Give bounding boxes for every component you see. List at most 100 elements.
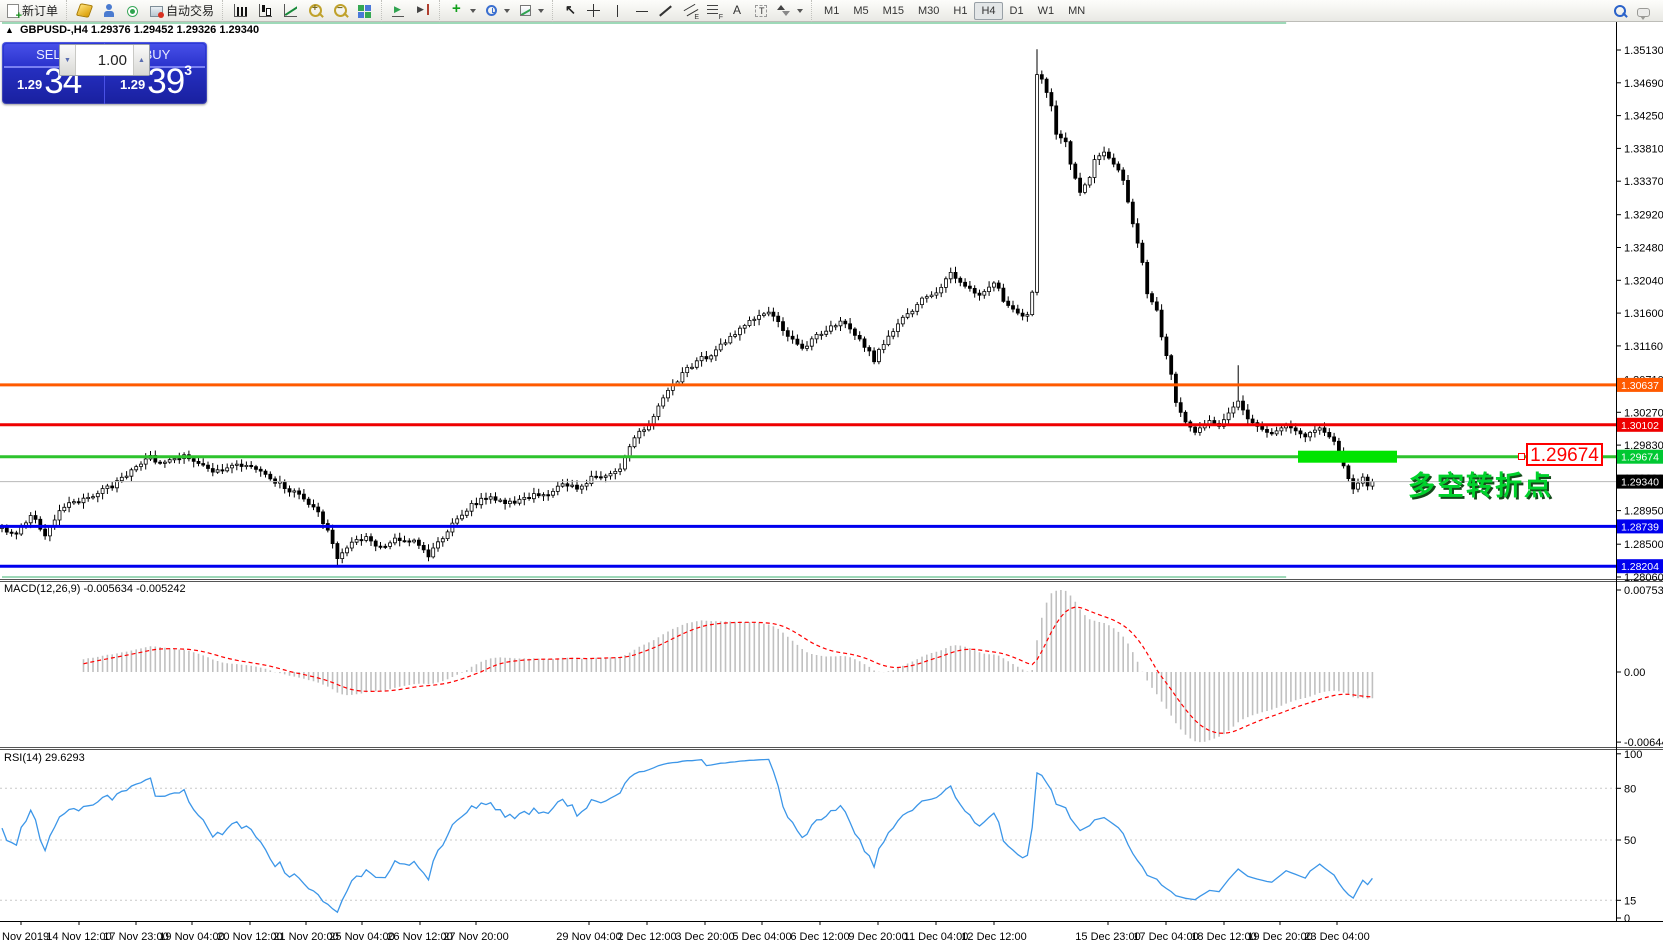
neworder-icon [7, 4, 19, 18]
svg-text:3 Dec 20:00: 3 Dec 20:00 [675, 931, 734, 943]
template-icon [520, 5, 531, 16]
timeframe-h4-button[interactable]: H4 [974, 2, 1002, 20]
fibonacci-button[interactable] [702, 1, 726, 21]
support-zone-rectangle[interactable] [1298, 451, 1397, 463]
indicators-button[interactable] [445, 1, 480, 21]
rsi-line [2, 759, 1372, 912]
periods-button[interactable] [480, 1, 514, 21]
person-icon [101, 3, 117, 19]
tline-icon [658, 3, 674, 19]
text-button[interactable] [726, 1, 750, 21]
vline-icon [610, 3, 626, 19]
timeframe-m5-button[interactable]: M5 [846, 2, 875, 20]
line-chart-button[interactable] [278, 1, 303, 21]
text-label-button[interactable] [750, 1, 772, 21]
svg-text:0: 0 [1624, 913, 1630, 925]
one-click-trading-panel: SELL 1.29340 BUY 1.29393 ▼ ▲ [2, 42, 207, 104]
auto-scroll-button[interactable] [387, 1, 411, 21]
buy-price-big: 39 [147, 62, 184, 101]
horizontal-line-button[interactable] [630, 1, 654, 21]
candlestick-chart-button[interactable] [253, 1, 278, 21]
svg-text:15: 15 [1624, 895, 1636, 907]
volume-decrease-button[interactable]: ▼ [60, 45, 75, 75]
equidistant-channel-button[interactable] [678, 1, 702, 21]
templates-button[interactable] [514, 1, 548, 21]
svg-text:1.30102: 1.30102 [1621, 420, 1659, 432]
svg-text:1.28204: 1.28204 [1621, 561, 1659, 573]
bull-candles [1, 75, 1374, 559]
timeframe-m15-button[interactable]: M15 [876, 2, 911, 20]
svg-text:23 Dec 04:00: 23 Dec 04:00 [1304, 931, 1369, 943]
candles-icon [259, 4, 272, 17]
timeframe-h1-button[interactable]: H1 [946, 2, 974, 20]
svg-text:1.32480: 1.32480 [1624, 243, 1663, 255]
tile-windows-button[interactable] [353, 1, 377, 21]
callout-connector-node [1518, 453, 1525, 460]
svg-text:29 Nov 04:00: 29 Nov 04:00 [556, 931, 621, 943]
timeframe-mn-button[interactable]: MN [1061, 2, 1092, 20]
svg-text:-0.006446: -0.006446 [1624, 737, 1663, 749]
svg-text:15 Dec 23:00: 15 Dec 23:00 [1075, 931, 1140, 943]
timeframe-w1-button[interactable]: W1 [1031, 2, 1062, 20]
chat-button[interactable] [1632, 1, 1655, 21]
indicators-icon [449, 3, 465, 19]
search-button[interactable] [1608, 1, 1632, 21]
svg-text:1.31600: 1.31600 [1624, 308, 1663, 320]
svg-text:1.32920: 1.32920 [1624, 210, 1663, 222]
linechart-icon [284, 4, 297, 17]
trendline-button[interactable] [654, 1, 678, 21]
svg-text:1.28950: 1.28950 [1624, 506, 1663, 518]
cursor-button[interactable] [558, 1, 582, 21]
time-axis[interactable]: 3 Nov 201914 Nov 12:0017 Nov 23:0019 Nov… [0, 921, 1370, 943]
svg-text:1.31160: 1.31160 [1624, 341, 1663, 353]
timeframe-m30-button[interactable]: M30 [911, 2, 946, 20]
svg-text:6 Dec 12:00: 6 Dec 12:00 [790, 931, 849, 943]
volume-increase-button[interactable]: ▲ [134, 45, 149, 75]
bar-chart-button[interactable] [228, 1, 253, 21]
shift-icon [415, 3, 431, 19]
fibo-icon [706, 3, 722, 19]
rsi-pane [0, 759, 1616, 912]
macd-indicator-label: MACD(12,26,9) -0.005634 -0.005242 [4, 583, 186, 595]
svg-text:0.00: 0.00 [1624, 667, 1645, 679]
signals-button[interactable] [121, 1, 145, 21]
signal-icon [125, 3, 141, 19]
svg-text:17 Dec 04:00: 17 Dec 04:00 [1133, 931, 1198, 943]
tile-icon [357, 3, 373, 19]
svg-text:14 Nov 12:00: 14 Nov 12:00 [46, 931, 111, 943]
svg-text:27 Nov 20:00: 27 Nov 20:00 [443, 931, 508, 943]
hline-icon [634, 3, 650, 19]
vertical-line-button[interactable] [606, 1, 630, 21]
timeframe-group: M1M5M15M30H1H4D1W1MN [811, 0, 1094, 22]
turning-point-annotation[interactable]: 多空转折点 [1408, 464, 1553, 503]
zoom-in-button[interactable] [303, 1, 328, 21]
volume-input[interactable] [75, 45, 134, 75]
rsi-indicator-label: RSI(14) 29.6293 [4, 752, 85, 764]
chevron-down-icon [504, 9, 510, 13]
candles-layer [1, 49, 1374, 565]
svg-text:19 Dec 20:00: 19 Dec 20:00 [1247, 931, 1312, 943]
data-window-button[interactable] [97, 1, 121, 21]
crosshair-button[interactable] [582, 1, 606, 21]
svg-text:0.007538: 0.007538 [1624, 585, 1663, 597]
zoom-out-button[interactable] [328, 1, 353, 21]
chart-shift-button[interactable] [411, 1, 435, 21]
market-watch-button[interactable] [72, 1, 97, 21]
main-toolbar: 新订单 自动交易 M1M5M15M30H1H4D1W1MN [0, 0, 1663, 22]
collapse-chart-icon[interactable]: ▲ [5, 25, 14, 35]
svg-text:1.30270: 1.30270 [1624, 407, 1663, 419]
auto-trading-button[interactable]: 自动交易 [145, 1, 218, 21]
zoomout-icon [334, 4, 347, 17]
timeframe-d1-button[interactable]: D1 [1003, 2, 1031, 20]
zoomin-icon [309, 4, 322, 17]
new-order-button[interactable]: 新订单 [2, 1, 62, 21]
bear-candles [5, 75, 1369, 559]
svg-text:1.32040: 1.32040 [1624, 275, 1663, 287]
arrows-button[interactable] [772, 1, 807, 21]
timeframe-m1-button[interactable]: M1 [817, 2, 846, 20]
search-icon [1614, 5, 1626, 17]
svg-text:80: 80 [1624, 783, 1636, 795]
macd-pane [84, 590, 1373, 742]
price-callout-label[interactable]: 1.29674 [1526, 443, 1603, 466]
bars-icon [234, 4, 247, 17]
